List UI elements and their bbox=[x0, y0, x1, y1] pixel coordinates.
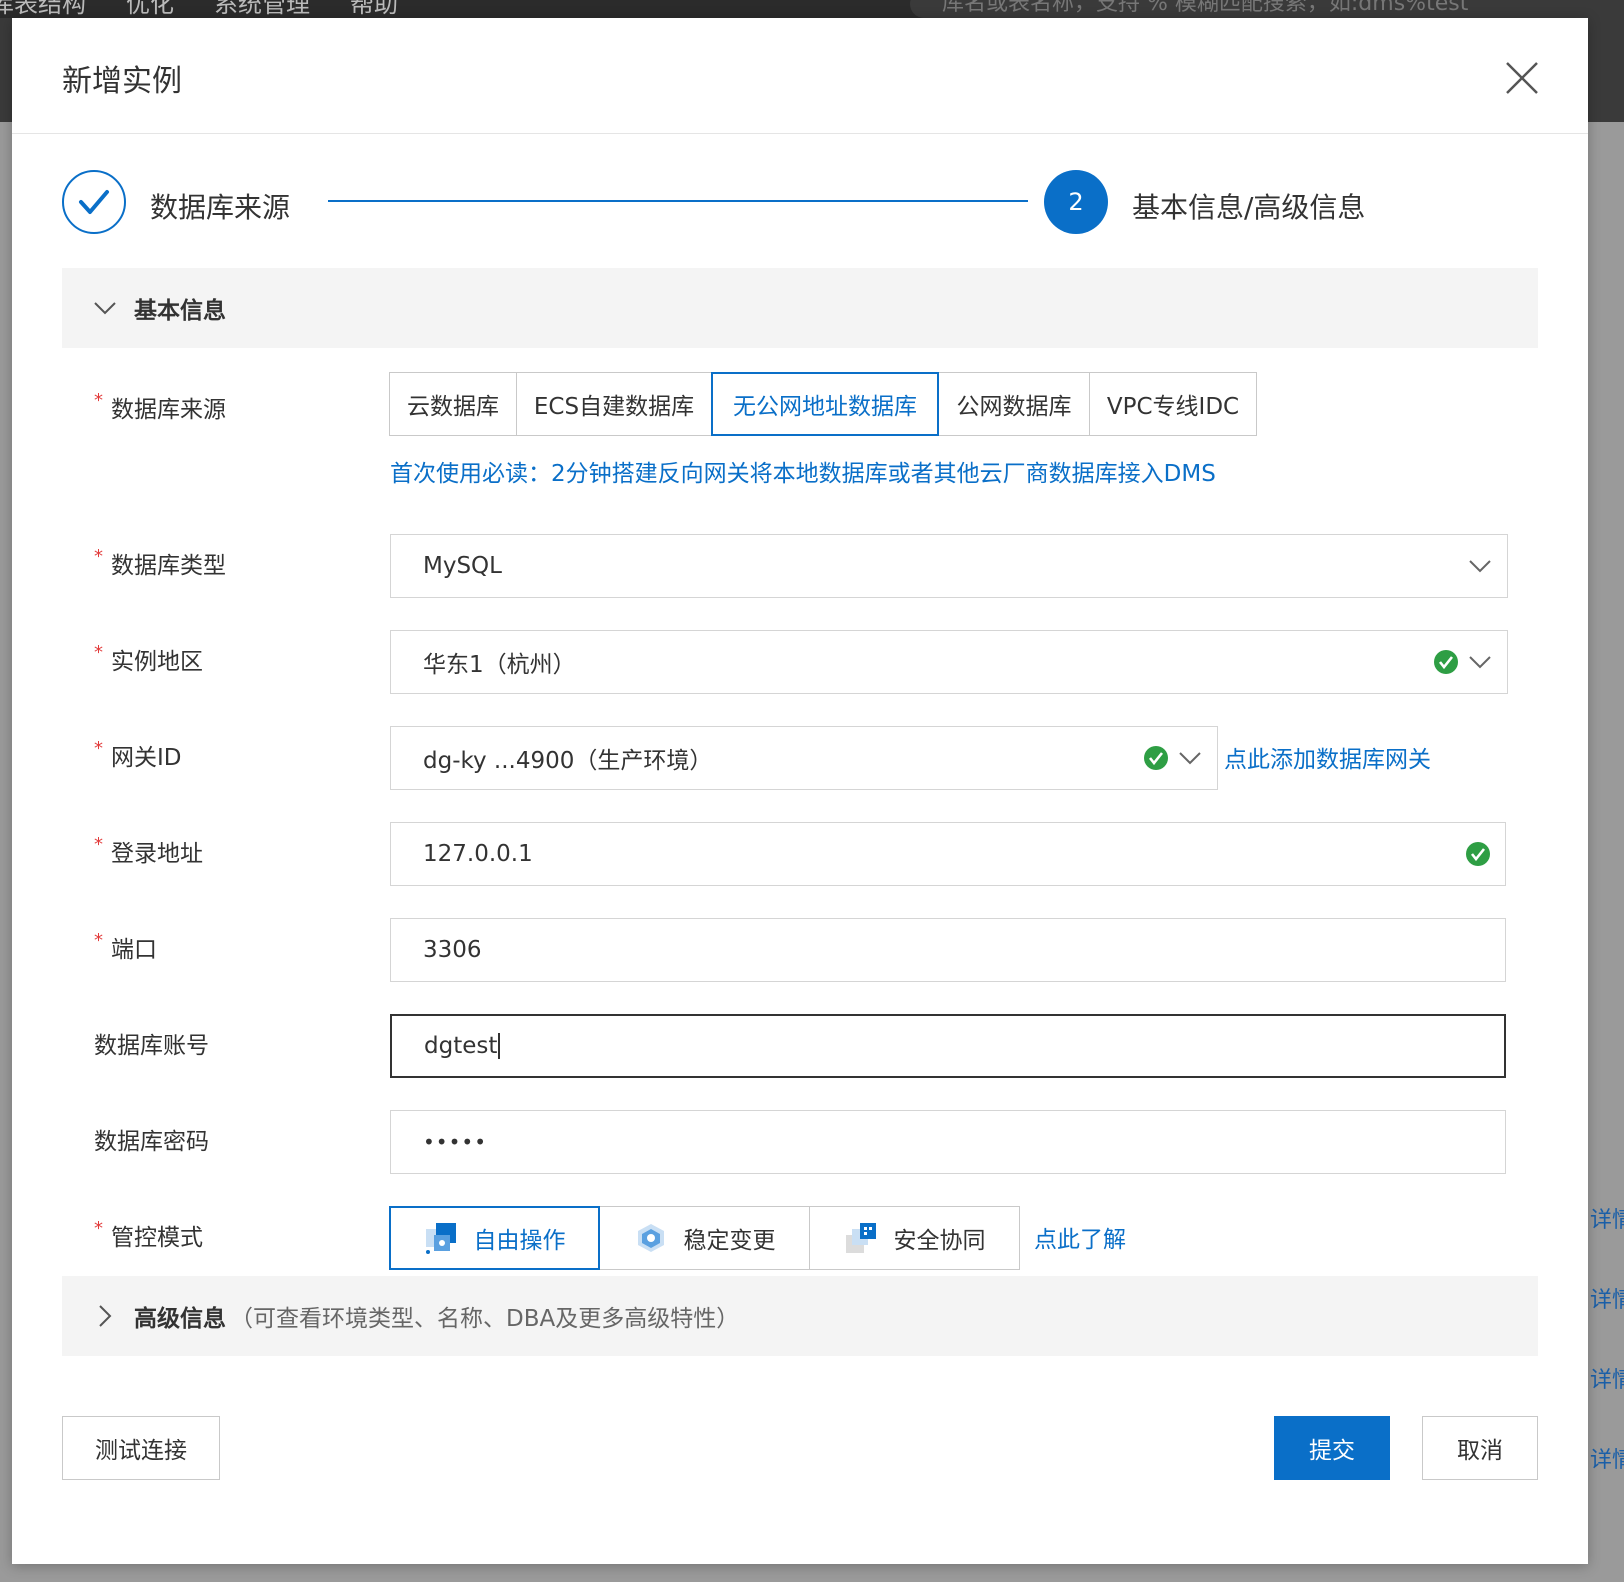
step-2-circle: 2 bbox=[1044, 170, 1108, 234]
gateway-label: * 网关ID bbox=[94, 738, 182, 771]
gateway-select[interactable]: dg-ky ...4900（生产环境） bbox=[390, 726, 1218, 790]
background-menu: 库表结构 优化 系统管理 帮助 bbox=[0, 0, 398, 18]
control-mode-label: * 管控模式 bbox=[94, 1218, 203, 1251]
test-connection-button[interactable]: 测试连接 bbox=[62, 1416, 220, 1480]
basic-info-title: 基本信息 bbox=[134, 298, 226, 324]
account-value: dgtest bbox=[424, 1033, 498, 1059]
port-value: 3306 bbox=[423, 937, 482, 963]
chevron-down-icon bbox=[94, 302, 116, 315]
mode-option-free-label: 自由操作 bbox=[473, 1228, 566, 1254]
bg-detail-link: 详情 bbox=[1590, 1208, 1624, 1233]
gateway-guide-link[interactable]: 首次使用必读：2分钟搭建反向网关将本地数据库或者其他云厂商数据库接入DMS bbox=[390, 454, 1216, 488]
account-input[interactable]: dgtest bbox=[390, 1014, 1506, 1078]
submit-button[interactable]: 提交 bbox=[1274, 1416, 1390, 1480]
db-type-select[interactable]: MySQL bbox=[390, 534, 1508, 598]
source-option-ecs[interactable]: ECS自建数据库 bbox=[516, 372, 712, 436]
chevron-down-icon bbox=[1469, 656, 1491, 669]
mode-option-free[interactable]: 自由操作 bbox=[389, 1206, 600, 1270]
account-label: 数据库账号 bbox=[94, 1033, 209, 1059]
source-segmented-control: 云数据库 ECS自建数据库 无公网地址数据库 公网数据库 VPC专线IDC bbox=[389, 372, 1257, 436]
dialog-title: 新增实例 bbox=[62, 64, 182, 99]
db-type-value: MySQL bbox=[423, 553, 502, 579]
free-operation-icon bbox=[425, 1223, 456, 1254]
mode-option-stable[interactable]: 稳定变更 bbox=[599, 1206, 810, 1270]
close-button[interactable] bbox=[1502, 58, 1542, 98]
db-type-label: * 数据库类型 bbox=[94, 546, 226, 579]
region-value: 华东1（杭州） bbox=[423, 652, 576, 678]
password-input[interactable]: ••••• bbox=[390, 1110, 1506, 1174]
host-value: 127.0.0.1 bbox=[423, 841, 533, 867]
dialog-header: 新增实例 bbox=[12, 18, 1588, 134]
chevron-down-icon bbox=[1179, 752, 1201, 765]
mode-option-stable-label: 稳定变更 bbox=[683, 1228, 776, 1254]
region-label: * 实例地区 bbox=[94, 642, 203, 675]
background-search: 库名或表名称，支持 % 模糊匹配搜索，如:dms%test bbox=[910, 0, 1624, 18]
advanced-info-subtitle: （可查看环境类型、名称、DBA及更多高级特性） bbox=[230, 1306, 740, 1332]
close-icon bbox=[1506, 62, 1538, 94]
cancel-button[interactable]: 取消 bbox=[1422, 1416, 1538, 1480]
secure-collaboration-icon bbox=[845, 1223, 876, 1253]
bg-menu-item: 库表结构 bbox=[0, 0, 86, 18]
success-check-icon bbox=[1434, 650, 1458, 674]
step-connector bbox=[328, 200, 1028, 202]
host-label: * 登录地址 bbox=[94, 834, 203, 867]
chevron-down-icon bbox=[1469, 560, 1491, 573]
step-indicator: 数据库来源 2 基本信息/高级信息 bbox=[62, 170, 1538, 234]
learn-more-link[interactable]: 点此了解 bbox=[1034, 1220, 1126, 1254]
bg-menu-item: 优化 bbox=[126, 0, 174, 18]
bg-detail-link: 详情 bbox=[1590, 1288, 1624, 1313]
success-check-icon bbox=[1144, 746, 1168, 770]
source-label: * 数据库来源 bbox=[94, 390, 226, 423]
gateway-value: dg-ky ...4900（生产环境） bbox=[423, 748, 713, 774]
step-2-label: 基本信息/高级信息 bbox=[1132, 191, 1366, 224]
bg-menu-item: 系统管理 bbox=[214, 0, 310, 18]
chevron-right-icon bbox=[99, 1305, 112, 1327]
step-1-label: 数据库来源 bbox=[150, 191, 291, 224]
add-instance-dialog: 新增实例 数据库来源 2 基本信息/高级信息 基本信息 *数据库来源 云数据库 bbox=[12, 18, 1588, 1564]
source-option-vpc-idc[interactable]: VPC专线IDC bbox=[1089, 372, 1257, 436]
mode-option-secure[interactable]: 安全协同 bbox=[809, 1206, 1020, 1270]
port-input[interactable]: 3306 bbox=[390, 918, 1506, 982]
bg-detail-link: 详情 bbox=[1590, 1368, 1624, 1393]
add-gateway-link[interactable]: 点此添加数据库网关 bbox=[1224, 740, 1431, 774]
text-cursor bbox=[498, 1033, 501, 1059]
bg-menu-item: 帮助 bbox=[350, 0, 398, 18]
mode-option-secure-label: 安全协同 bbox=[893, 1228, 986, 1254]
step-2-index: 2 bbox=[1068, 188, 1084, 216]
advanced-info-panel-header[interactable]: 高级信息 （可查看环境类型、名称、DBA及更多高级特性） bbox=[62, 1276, 1538, 1356]
step-1-circle bbox=[62, 170, 126, 234]
source-option-public[interactable]: 公网数据库 bbox=[938, 372, 1090, 436]
bg-detail-link: 详情 bbox=[1590, 1448, 1624, 1473]
basic-info-panel-header[interactable]: 基本信息 bbox=[62, 268, 1538, 348]
source-option-cloud[interactable]: 云数据库 bbox=[389, 372, 517, 436]
control-mode-segmented-control: 自由操作 稳定变更 安全协同 bbox=[389, 1206, 1020, 1270]
advanced-info-title: 高级信息 bbox=[134, 1306, 226, 1332]
source-option-no-public-ip[interactable]: 无公网地址数据库 bbox=[711, 372, 939, 436]
background-topbar: 库表结构 优化 系统管理 帮助 库名或表名称，支持 % 模糊匹配搜索，如:dms… bbox=[0, 0, 1624, 18]
password-value: ••••• bbox=[423, 1130, 487, 1154]
password-label: 数据库密码 bbox=[94, 1129, 209, 1155]
stable-change-icon bbox=[637, 1224, 664, 1252]
success-check-icon bbox=[1466, 842, 1490, 866]
check-icon bbox=[79, 190, 109, 214]
region-select[interactable]: 华东1（杭州） bbox=[390, 630, 1508, 694]
port-label: * 端口 bbox=[94, 930, 157, 963]
host-input[interactable]: 127.0.0.1 bbox=[390, 822, 1506, 886]
